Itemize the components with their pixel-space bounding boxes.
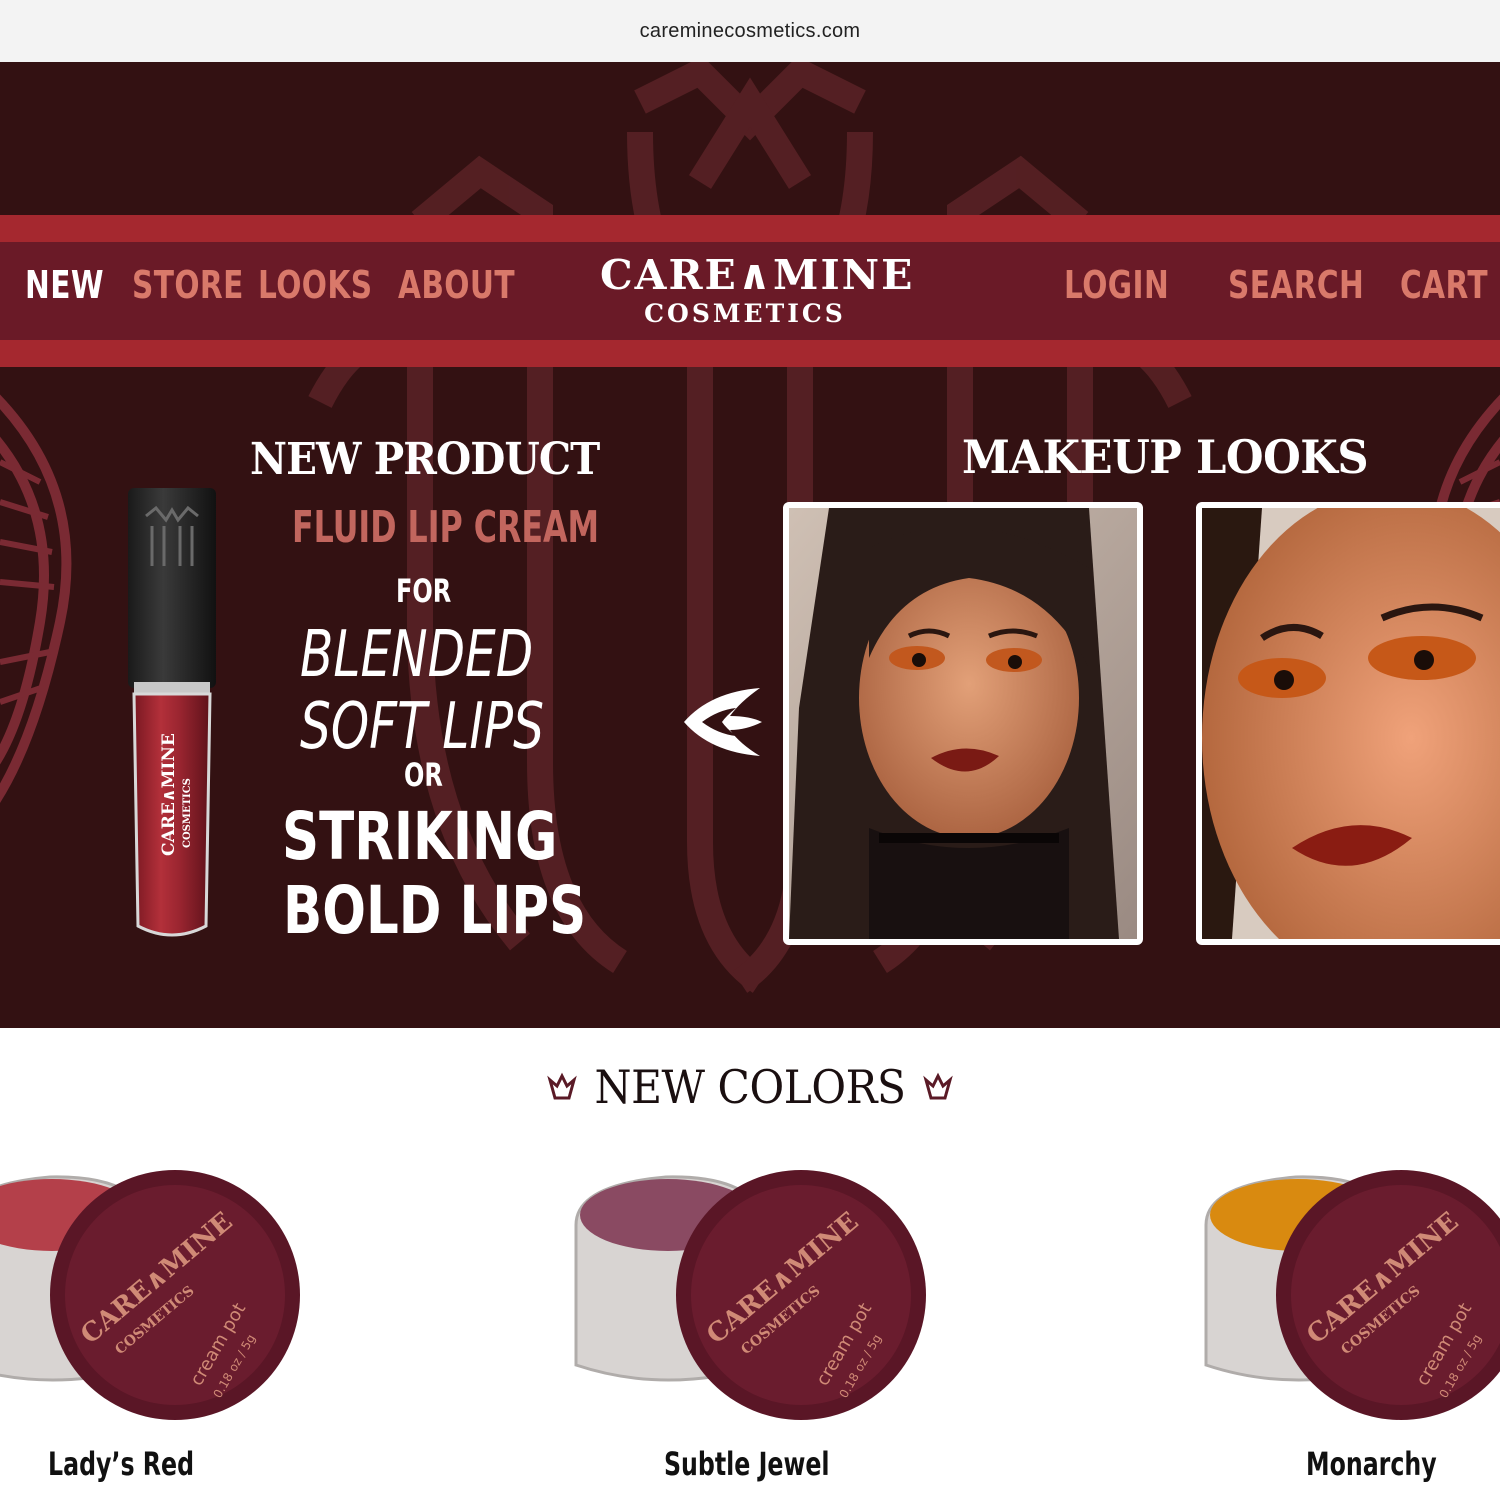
copy-bold-lips: BOLD LIPS (283, 872, 587, 949)
tube-brand-text: CARE∧MINE (159, 733, 179, 856)
new-colors-heading: NEW COLORS (0, 1060, 1500, 1114)
copy-blended: BLENDED (300, 618, 534, 692)
nav-about[interactable]: ABOUT (398, 263, 515, 307)
crown-icon (546, 1072, 577, 1100)
copy-striking: STRIKING (282, 798, 558, 875)
logo-wordmark: CARE∧MINE (600, 251, 915, 299)
brand-logo[interactable]: CARE∧MINE COSMETICS (600, 251, 915, 329)
hero-banner: NEW STORE LOOKS ABOUT CARE∧MINE COSMETIC… (0, 62, 1500, 1028)
nav-top-stripe (0, 215, 1500, 242)
cream-pot-ladys-red[interactable]: CARE∧MINE COSMETICS cream pot 0.18 oz / … (0, 1165, 300, 1425)
portrait-1-image (789, 508, 1137, 939)
product-name[interactable]: FLUID LIP CREAM (292, 502, 599, 553)
crown-icon (923, 1072, 954, 1100)
cream-pot-subtle-jewel[interactable]: CARE∧MINE COSMETICS cream pot 0.18 oz / … (566, 1165, 926, 1425)
main-navigation: NEW STORE LOOKS ABOUT CARE∧MINE COSMETIC… (0, 215, 1500, 367)
copy-soft-lips: SOFT LIPS (300, 690, 544, 764)
logo-subtitle: COSMETICS (644, 299, 846, 328)
fluid-lip-cream-tube-image[interactable]: CARE∧MINE COSMETICS (124, 486, 220, 948)
new-colors-title: NEW COLORS (594, 1060, 906, 1114)
portrait-2-image (1202, 508, 1500, 939)
makeup-look-photo-1[interactable] (783, 502, 1143, 945)
makeup-looks-heading: MAKEUP LOOKS (962, 430, 1369, 484)
nav-search[interactable]: SEARCH (1228, 263, 1364, 307)
nav-store[interactable]: STORE (132, 263, 244, 307)
copy-or: OR (404, 756, 443, 794)
nav-login[interactable]: LOGIN (1064, 263, 1169, 307)
cream-pot-monarchy[interactable]: CARE∧MINE COSMETICS cream pot 0.18 oz / … (1196, 1165, 1500, 1425)
tube-brand-subtext: COSMETICS (182, 778, 193, 848)
new-product-heading: NEW PRODUCT (250, 434, 600, 485)
product-name-monarchy[interactable]: Monarchy (1306, 1445, 1437, 1483)
product-name-subtle-jewel[interactable]: Subtle Jewel (664, 1445, 830, 1483)
makeup-look-photo-2[interactable] (1196, 502, 1500, 945)
nav-bottom-stripe (0, 340, 1500, 367)
copy-for: FOR (396, 572, 452, 610)
product-name-ladys-red[interactable]: Lady’s Red (48, 1445, 194, 1483)
nav-new[interactable]: NEW (25, 263, 104, 307)
url-text: careminecosmetics.com (639, 19, 861, 42)
nav-looks[interactable]: LOOKS (258, 263, 372, 307)
swoosh-arrow-left-icon[interactable] (680, 682, 766, 762)
nav-cart[interactable]: CART (1400, 263, 1488, 307)
address-bar[interactable]: careminecosmetics.com (0, 0, 1500, 62)
